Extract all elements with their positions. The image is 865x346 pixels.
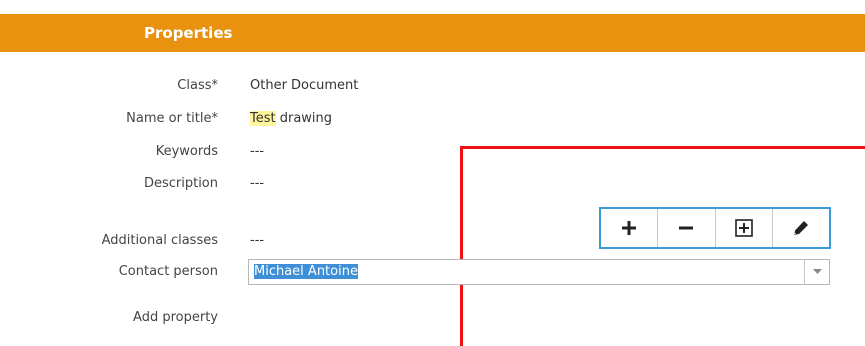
pencil-icon	[794, 221, 808, 235]
contact-person-dropdown-button[interactable]	[804, 260, 829, 284]
add-value-button[interactable]	[601, 209, 659, 247]
header-bar	[0, 14, 865, 52]
remove-value-button[interactable]	[658, 209, 716, 247]
description-label: Description	[143, 176, 218, 191]
contact-person-input[interactable]: Michael Antoine	[254, 264, 358, 279]
additional-classes-value[interactable]: ---	[250, 233, 264, 248]
contact-person-selected-text: Michael Antoine	[254, 264, 358, 279]
expand-value-button[interactable]	[716, 209, 773, 247]
name-title-rest: drawing	[275, 111, 333, 126]
properties-header: Properties	[0, 0, 865, 52]
boxed-plus-icon	[734, 219, 753, 237]
class-label: Class*	[177, 78, 218, 93]
value-toolbar	[599, 207, 831, 249]
edit-value-button[interactable]	[773, 209, 829, 247]
class-value[interactable]: Other Document	[250, 78, 358, 93]
keywords-label: Keywords	[155, 144, 218, 159]
name-title-value[interactable]: Test drawing	[250, 111, 332, 126]
chevron-down-icon	[812, 269, 822, 274]
plus-icon	[622, 221, 637, 235]
keywords-value[interactable]: ---	[250, 144, 264, 159]
description-value[interactable]: ---	[250, 176, 264, 191]
name-title-highlight: Test	[250, 111, 276, 126]
contact-person-combobox[interactable]: Michael Antoine	[248, 259, 830, 285]
contact-person-label: Contact person	[118, 264, 218, 279]
header-title: Properties	[144, 24, 233, 42]
minus-icon	[679, 226, 694, 230]
add-property-link[interactable]: Add property	[0, 310, 218, 325]
additional-classes-label: Additional classes	[101, 233, 218, 248]
name-title-label: Name or title*	[126, 111, 218, 126]
